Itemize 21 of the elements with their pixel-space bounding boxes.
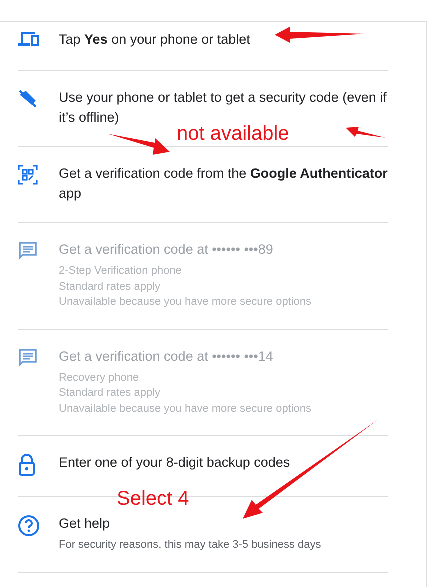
annotation-arrow [346,127,386,138]
lock-icon [18,454,36,476]
option-detail: Standard rates apply [59,280,162,294]
annotation-text: Select 4 [117,490,190,509]
option-title[interactable]: Enter one of your 8-digit backup codes [59,453,290,473]
option-title[interactable]: Tap Yes on your phone or tablet [59,30,250,50]
annotation-arrow [108,134,170,155]
message-icon [18,348,38,368]
option-detail: Unavailable because you have more secure options [59,402,312,416]
qr-code-icon [18,165,38,185]
option-detail: 2-Step Verification phone [59,264,183,279]
annotation-text: not available [177,125,290,144]
option-detail: For security reasons, this may take 3-5 business days [59,538,322,553]
option-title[interactable]: Get help [59,514,322,534]
option-detail: Unavailable because you have more secure options [59,295,312,310]
option-detail: Standard rates apply [59,386,162,401]
help-icon [18,515,40,537]
option-title[interactable]: Get a verification code from the Google Authenticator app [59,164,388,204]
option-detail: Recovery phone [59,370,140,386]
message-icon [18,241,38,261]
devices-icon [18,31,40,47]
